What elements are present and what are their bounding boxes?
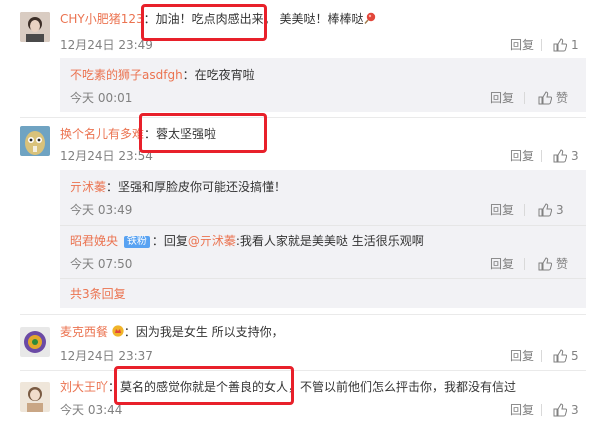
avatar[interactable] [20,382,50,412]
divider [541,39,542,51]
thumbs-up-icon [538,91,552,105]
username-link[interactable]: 麦克西餐 [60,325,108,339]
reply-time: 今天 00:01 [70,91,133,105]
avatar[interactable] [20,12,50,42]
more-replies-link[interactable]: 共3条回复 [70,286,126,302]
reply-button[interactable]: 回复 [490,202,514,218]
like-button[interactable]: 3 [553,402,579,418]
thumbs-up-icon [553,403,567,417]
like-count: 3 [571,403,579,417]
thumbs-up-icon [538,257,552,271]
reply-button[interactable]: 回复 [490,256,514,272]
like-count: 3 [571,149,579,163]
like-count: 5 [571,349,579,363]
divider [524,204,525,216]
username-link[interactable]: 昭君娩央 [70,234,118,248]
like-label: 赞 [556,257,569,271]
comment-item: 麦克西餐 ：因为我是女生 所以支持你， 12月24日 23:37 回复 5 [0,315,596,370]
divider [541,404,542,416]
like-count: 1 [571,38,579,52]
fan-badge: 铁粉 [123,236,150,248]
like-count: 3 [556,203,564,217]
mention-link[interactable]: @亓沭蓁 [188,234,236,248]
highlight-box [139,113,267,153]
comment-time: 12月24日 23:37 [60,349,153,363]
comment-item: CHY小肥猪123：加油！吃点肉感出来。 美美哒！棒棒哒 12月24日 23:4… [0,0,596,118]
comment-item: 刘大王吖：莫名的感觉你就是个善良的女人，不管以前他们怎么抨击你，我都没有信过 今… [0,371,596,421]
username-link[interactable]: CHY小肥猪123 [60,12,144,26]
like-button[interactable]: 3 [538,202,564,218]
highlight-box [114,366,294,405]
highlight-box [141,4,267,41]
username-link[interactable]: 不吃素的狮子asdfgh [70,68,183,82]
reply-button[interactable]: 回复 [510,148,534,164]
reply-list: 亓沭蓁：坚强和厚脸皮你可能还没搞懂！ 今天 03:49 回复 3 昭君娩央 铁粉… [60,170,586,308]
reply-button[interactable]: 回复 [510,402,534,418]
lollipop-emoji-icon [363,12,375,24]
reply-button[interactable]: 回复 [510,348,534,364]
comment-time: 12月24日 23:49 [60,38,153,52]
username-link[interactable]: 亓沭蓁 [70,180,106,194]
thumbs-up-icon [553,349,567,363]
divider [541,150,542,162]
reply-text: 亓沭蓁：坚强和厚脸皮你可能还没搞懂！ [70,180,287,194]
comment-time: 今天 03:44 [60,403,123,417]
reply-list: 不吃素的狮子asdfgh：在吃夜宵啦 今天 00:01 回复 赞 [60,58,586,112]
thumbs-up-icon [553,149,567,163]
reply-text: 不吃素的狮子asdfgh：在吃夜宵啦 [70,68,255,82]
reply-button[interactable]: 回复 [510,37,534,53]
thumbs-up-icon [553,38,567,52]
avatar[interactable] [20,327,50,357]
thumbs-up-icon [538,203,552,217]
divider [524,258,525,270]
username-link[interactable]: 刘大王吖 [60,380,108,394]
avatar[interactable] [20,126,50,156]
like-label: 赞 [556,91,569,105]
reply-button[interactable]: 回复 [490,90,514,106]
like-button[interactable]: 赞 [538,256,568,272]
like-button[interactable]: 1 [553,37,579,53]
divider [60,278,586,279]
divider [524,92,525,104]
like-button[interactable]: 3 [553,148,579,164]
reply-time: 今天 03:49 [70,203,133,217]
comment-item: 换个名儿有多难：蓉太坚强啦 12月24日 23:54 回复 3 亓沭蓁：坚强和厚… [0,118,596,314]
reply-text: 昭君娩央 铁粉 ：回复@亓沭蓁:我看人家就是美美哒 生活很乐观啊 [70,234,424,248]
divider [541,350,542,362]
username-link[interactable]: 换个名儿有多难 [60,127,144,141]
like-button[interactable]: 赞 [538,90,568,106]
comment-text: 麦克西餐 ：因为我是女生 所以支持你， [60,325,284,339]
divider [60,225,586,226]
crown-badge-icon [112,325,124,337]
reply-time: 今天 07:50 [70,257,133,271]
like-button[interactable]: 5 [553,348,579,364]
